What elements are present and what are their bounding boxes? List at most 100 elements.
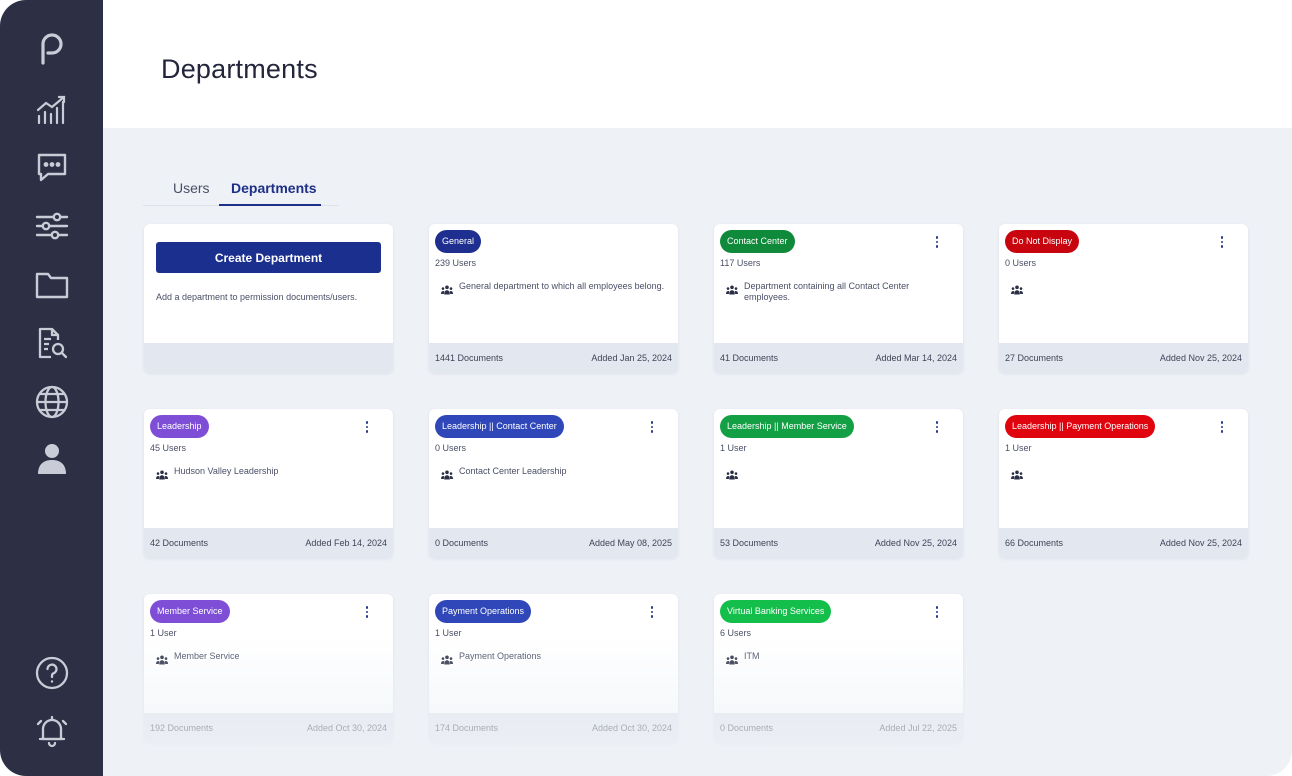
department-badge[interactable]: Virtual Banking Services: [720, 600, 832, 623]
department-badge[interactable]: Leadership || Member Service: [720, 415, 854, 438]
department-badge[interactable]: Do Not Display: [1005, 230, 1080, 253]
document-count: 41 Documents: [720, 353, 779, 363]
create-department-button[interactable]: Create Department: [156, 242, 381, 273]
document-count: 174 Documents: [435, 723, 499, 733]
department-card[interactable]: Leadership || Member Service 1 User 53 Doc…: [714, 409, 963, 558]
description-row: [726, 466, 954, 480]
card-footer: 174 Documents Added Oct 30, 2024: [429, 713, 678, 743]
people-icon: [726, 282, 738, 295]
department-card[interactable]: Leadership 45 Users Hudson Valley Leadersh…: [144, 409, 393, 558]
department-card[interactable]: Leadership || Contact Center 0 Users Conta…: [429, 409, 678, 558]
more-options-icon[interactable]: [1216, 234, 1228, 250]
more-options-icon[interactable]: [931, 234, 943, 250]
department-description: Hudson Valley Leadership: [174, 466, 279, 476]
description-row: [1011, 281, 1239, 295]
department-card[interactable]: Leadership || Payment Operations 1 User 66…: [999, 409, 1248, 558]
added-date: Added Jan 25, 2024: [591, 353, 672, 363]
description-row: [1011, 466, 1239, 480]
department-badge[interactable]: Leadership || Contact Center: [435, 415, 564, 438]
department-card[interactable]: Payment Operations 1 User Payment Operatio…: [429, 594, 678, 743]
document-count: 1441 Documents: [435, 353, 504, 363]
card-footer: 1441 Documents Added Jan 25, 2024: [429, 343, 678, 373]
department-badge[interactable]: General: [435, 230, 482, 253]
chat-icon[interactable]: [32, 147, 72, 187]
document-count: 192 Documents: [150, 723, 214, 733]
department-description: ITM: [744, 651, 760, 661]
added-date: Added Nov 25, 2024: [874, 538, 957, 548]
folder-icon[interactable]: [32, 264, 72, 304]
added-date: Added Jul 22, 2025: [879, 723, 957, 733]
card-footer: 53 Documents Added Nov 25, 2024: [714, 528, 963, 558]
document-count: 53 Documents: [720, 538, 779, 548]
tab-users[interactable]: Users: [173, 180, 210, 196]
department-badge[interactable]: Leadership: [150, 415, 209, 438]
document-search-icon[interactable]: [32, 323, 72, 363]
tab-bar: Users Departments: [143, 168, 339, 206]
user-count: 6 Users: [720, 628, 752, 638]
people-icon: [441, 652, 453, 665]
more-options-icon[interactable]: [646, 604, 658, 620]
added-date: Added Feb 14, 2024: [305, 538, 387, 548]
description-row: General department to which all employee…: [441, 281, 669, 295]
sidebar: [0, 0, 103, 776]
people-icon: [156, 467, 168, 480]
added-date: Added Nov 25, 2024: [1159, 538, 1242, 548]
department-badge[interactable]: Leadership || Payment Operations: [1005, 415, 1156, 438]
card-footer: 66 Documents Added Nov 25, 2024: [999, 528, 1248, 558]
description-row: Hudson Valley Leadership: [156, 466, 384, 480]
more-options-icon[interactable]: [361, 604, 373, 620]
user-count: 117 Users: [720, 258, 761, 268]
main-content: Users Departments Create Department Add …: [103, 128, 1292, 776]
card-footer: [144, 343, 393, 373]
description-row: Department containing all Contact Center…: [726, 281, 954, 303]
card-footer: 27 Documents Added Nov 25, 2024: [999, 343, 1248, 373]
department-description: Payment Operations: [459, 651, 542, 661]
department-description: General department to which all employee…: [459, 281, 665, 291]
document-count: 42 Documents: [150, 538, 209, 548]
department-badge[interactable]: Member Service: [150, 600, 230, 623]
sliders-icon[interactable]: [32, 206, 72, 246]
department-card[interactable]: Virtual Banking Services 6 Users ITM 0 Docu…: [714, 594, 963, 743]
analytics-icon[interactable]: [32, 90, 72, 130]
user-count: 0 Users: [1005, 258, 1037, 268]
create-department-card: Create Department Add a department to pe…: [144, 224, 393, 373]
department-card[interactable]: Contact Center 117 Users Department contai…: [714, 224, 963, 373]
document-count: 66 Documents: [1005, 538, 1064, 548]
added-date: Added Oct 30, 2024: [591, 723, 672, 733]
description-row: Contact Center Leadership: [441, 466, 669, 480]
more-options-icon[interactable]: [646, 419, 658, 435]
people-icon: [441, 282, 453, 295]
department-description: Member Service: [174, 651, 240, 661]
active-tab-indicator: [219, 204, 321, 206]
description-row: Member Service: [156, 651, 384, 665]
people-icon: [441, 467, 453, 480]
more-options-icon[interactable]: [1216, 419, 1228, 435]
document-count: 0 Documents: [435, 538, 489, 548]
bell-icon[interactable]: [32, 710, 72, 750]
user-count: 1 User: [435, 628, 462, 638]
more-options-icon[interactable]: [931, 419, 943, 435]
description-row: ITM: [726, 651, 954, 665]
page-title: Departments: [161, 54, 318, 84]
user-count: 0 Users: [435, 443, 467, 453]
department-badge[interactable]: Payment Operations: [435, 600, 532, 623]
department-card[interactable]: Member Service 1 User Member Service 192 Do…: [144, 594, 393, 743]
more-options-icon[interactable]: [361, 419, 373, 435]
card-footer: 192 Documents Added Oct 30, 2024: [144, 713, 393, 743]
document-count: 27 Documents: [1005, 353, 1064, 363]
department-card[interactable]: Do Not Display 0 Users 27 Documents Added N…: [999, 224, 1248, 373]
people-icon: [726, 467, 738, 480]
department-badge[interactable]: Contact Center: [720, 230, 795, 253]
user-icon[interactable]: [32, 438, 72, 478]
department-card[interactable]: General 239 Users General department to wh…: [429, 224, 678, 373]
added-date: Added May 08, 2025: [588, 538, 672, 548]
people-icon: [156, 652, 168, 665]
added-date: Added Mar 14, 2024: [875, 353, 957, 363]
tab-departments[interactable]: Departments: [231, 180, 317, 196]
logo-icon[interactable]: [32, 28, 72, 68]
people-icon: [1011, 467, 1023, 480]
help-icon[interactable]: [32, 653, 72, 693]
globe-icon[interactable]: [32, 382, 72, 422]
people-icon: [726, 652, 738, 665]
more-options-icon[interactable]: [931, 604, 943, 620]
